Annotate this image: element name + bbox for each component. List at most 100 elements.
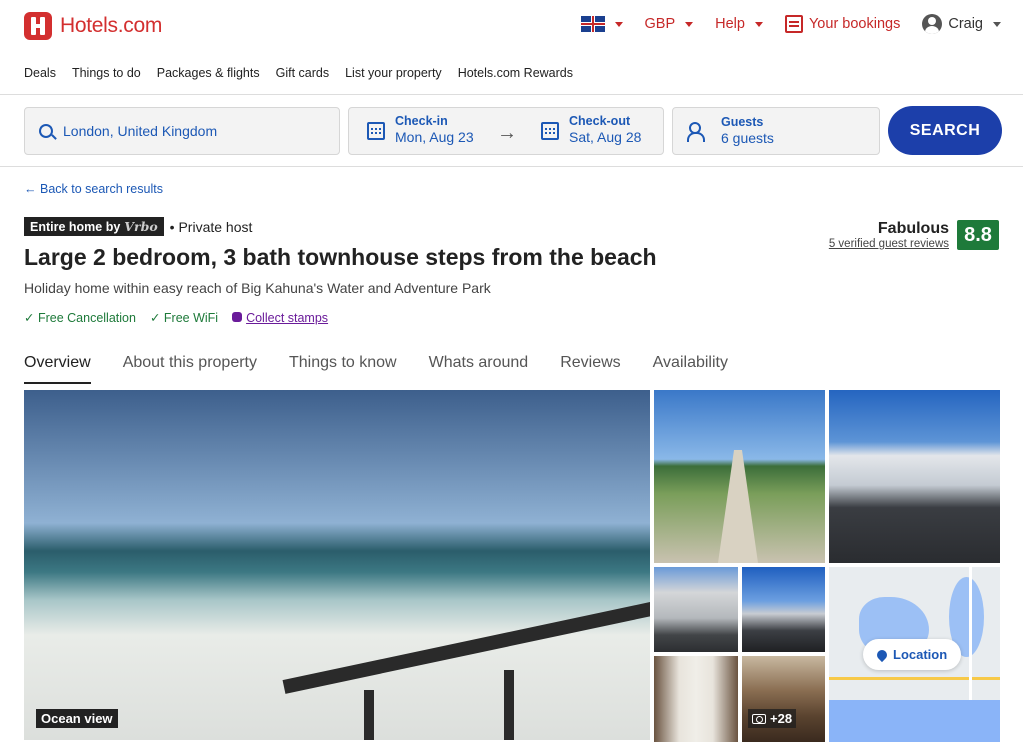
destination-input[interactable]: London, United Kingdom bbox=[24, 107, 340, 155]
calendar-icon bbox=[541, 122, 559, 140]
date-picker[interactable]: Check-in Mon, Aug 23 → Check-out Sat, Au… bbox=[348, 107, 664, 155]
amenity-item: ✓ Free Cancellation bbox=[24, 310, 136, 325]
search-button[interactable]: SEARCH bbox=[888, 106, 1002, 155]
your-bookings-link[interactable]: Your bookings bbox=[784, 15, 901, 33]
rating-summary: Fabulous 5 verified guest reviews 8.8 bbox=[829, 220, 999, 250]
back-to-results-link[interactable]: ← Back to search results bbox=[24, 182, 163, 196]
calendar-icon bbox=[367, 122, 385, 140]
user-name: Craig bbox=[948, 16, 983, 32]
checkout-value: Sat, Aug 28 bbox=[569, 129, 642, 145]
location-button[interactable]: Location bbox=[863, 639, 962, 670]
photo-living-room[interactable]: +28 bbox=[742, 656, 825, 742]
photo-exterior[interactable] bbox=[654, 567, 738, 652]
checkin-field[interactable]: Check-in Mon, Aug 23 bbox=[367, 114, 474, 146]
more-photos-button[interactable]: +28 bbox=[748, 709, 797, 728]
guests-field[interactable]: Guests 6 guests bbox=[672, 107, 880, 155]
balcony-post bbox=[504, 670, 514, 740]
help-menu[interactable]: Help bbox=[715, 16, 763, 32]
property-type-row: Entire home by Vrbo • Private host bbox=[24, 217, 252, 236]
vrbo-logo: Vrbo bbox=[124, 219, 158, 234]
brand-name: Hotels.com bbox=[60, 14, 163, 37]
nav-things-to-do[interactable]: Things to do bbox=[72, 66, 141, 80]
account-menu[interactable]: Craig bbox=[922, 14, 1001, 34]
tab-whats-around[interactable]: Whats around bbox=[429, 354, 529, 372]
bookings-icon bbox=[784, 15, 803, 33]
tab-availability[interactable]: Availability bbox=[653, 354, 728, 372]
destination-value: London, United Kingdom bbox=[63, 123, 218, 139]
help-label: Help bbox=[715, 16, 745, 32]
uk-flag-icon bbox=[580, 16, 605, 32]
hotels-logo-icon bbox=[24, 12, 52, 40]
map-pin-icon bbox=[874, 647, 890, 662]
host-type: • Private host bbox=[169, 218, 253, 235]
location-label: Location bbox=[893, 647, 948, 662]
guests-value: 6 guests bbox=[721, 130, 774, 146]
checkout-label: Check-out bbox=[569, 114, 631, 128]
nav-deals[interactable]: Deals bbox=[24, 66, 56, 80]
stamp-icon bbox=[232, 311, 243, 322]
hotels-logo[interactable]: Hotels.com bbox=[24, 12, 162, 40]
more-photos-count: +28 bbox=[770, 711, 793, 726]
amenity-list: ✓ Free Cancellation ✓ Free WiFi Collect … bbox=[24, 310, 328, 326]
photo-hallway[interactable] bbox=[654, 656, 738, 742]
language-selector[interactable] bbox=[580, 16, 623, 32]
amenity-item: ✓ Free WiFi bbox=[150, 310, 218, 325]
search-icon bbox=[39, 124, 53, 138]
chevron-down-icon bbox=[614, 21, 623, 27]
checkout-field[interactable]: Check-out Sat, Aug 28 bbox=[541, 114, 641, 146]
guests-icon bbox=[687, 122, 709, 142]
photo-gallery: Ocean view +28 Location bbox=[24, 390, 1000, 742]
currency-selector[interactable]: GBP bbox=[645, 16, 694, 32]
currency-label: GBP bbox=[644, 16, 676, 32]
nav-gift-cards[interactable]: Gift cards bbox=[276, 66, 330, 80]
photo-walkway[interactable] bbox=[654, 390, 825, 563]
tab-overview[interactable]: Overview bbox=[24, 354, 91, 384]
tab-reviews[interactable]: Reviews bbox=[560, 354, 620, 372]
arrow-left-icon: ← bbox=[24, 182, 37, 196]
photo-parking[interactable] bbox=[829, 390, 1000, 563]
walkway-path bbox=[718, 450, 758, 563]
chevron-down-icon bbox=[685, 21, 694, 27]
stamps-label: Collect stamps bbox=[246, 310, 329, 325]
vrbo-badge: Entire home by Vrbo bbox=[24, 217, 164, 236]
property-subtitle: Holiday home within easy reach of Big Ka… bbox=[24, 280, 491, 296]
check-icon: ✓ bbox=[24, 311, 35, 325]
tab-about[interactable]: About this property bbox=[123, 354, 257, 372]
chevron-down-icon bbox=[754, 21, 763, 27]
property-title: Large 2 bedroom, 3 bath townhouse steps … bbox=[24, 244, 657, 270]
nav-packages-flights[interactable]: Packages & flights bbox=[157, 66, 260, 80]
balcony-post bbox=[364, 690, 374, 740]
badge-prefix: Entire home by bbox=[30, 219, 121, 234]
map-water bbox=[829, 700, 1000, 742]
checkin-value: Mon, Aug 23 bbox=[395, 129, 474, 145]
location-map[interactable]: Location bbox=[829, 567, 1000, 742]
checkin-label: Check-in bbox=[395, 114, 448, 128]
top-nav: GBP Help Your bookings Craig bbox=[580, 14, 1001, 34]
rating-score: 8.8 bbox=[957, 220, 999, 250]
photo-townhouses[interactable] bbox=[742, 567, 825, 652]
check-icon: ✓ bbox=[149, 311, 161, 325]
map-road bbox=[829, 677, 1000, 680]
rating-word: Fabulous bbox=[877, 220, 949, 237]
amenity-label: Free WiFi bbox=[163, 311, 219, 325]
secondary-nav: Deals Things to do Packages & flights Gi… bbox=[24, 66, 573, 80]
top-bar: Hotels.com GBP Help Your bookings Craig bbox=[0, 0, 1023, 52]
map-road bbox=[969, 567, 972, 707]
nav-rewards[interactable]: Hotels.com Rewards bbox=[458, 66, 573, 80]
guests-label: Guests bbox=[721, 115, 764, 129]
balcony-rail bbox=[282, 592, 650, 694]
back-link-label: Back to search results bbox=[39, 182, 163, 196]
reviews-link[interactable]: 5 verified guest reviews bbox=[829, 238, 949, 250]
tab-things-to-know[interactable]: Things to know bbox=[289, 354, 397, 372]
arrow-right-icon: → bbox=[497, 122, 517, 144]
property-tabs: Overview About this property Things to k… bbox=[24, 354, 728, 384]
bookings-label: Your bookings bbox=[808, 16, 901, 32]
nav-list-property[interactable]: List your property bbox=[345, 66, 442, 80]
photo-caption: Ocean view bbox=[36, 709, 118, 728]
collect-stamps-link[interactable]: Collect stamps bbox=[232, 311, 328, 325]
main-photo-ocean[interactable]: Ocean view bbox=[24, 390, 650, 740]
search-bar: London, United Kingdom Check-in Mon, Aug… bbox=[0, 94, 1023, 167]
camera-icon bbox=[752, 713, 766, 724]
user-avatar-icon bbox=[922, 14, 943, 34]
chevron-down-icon bbox=[993, 21, 1001, 27]
